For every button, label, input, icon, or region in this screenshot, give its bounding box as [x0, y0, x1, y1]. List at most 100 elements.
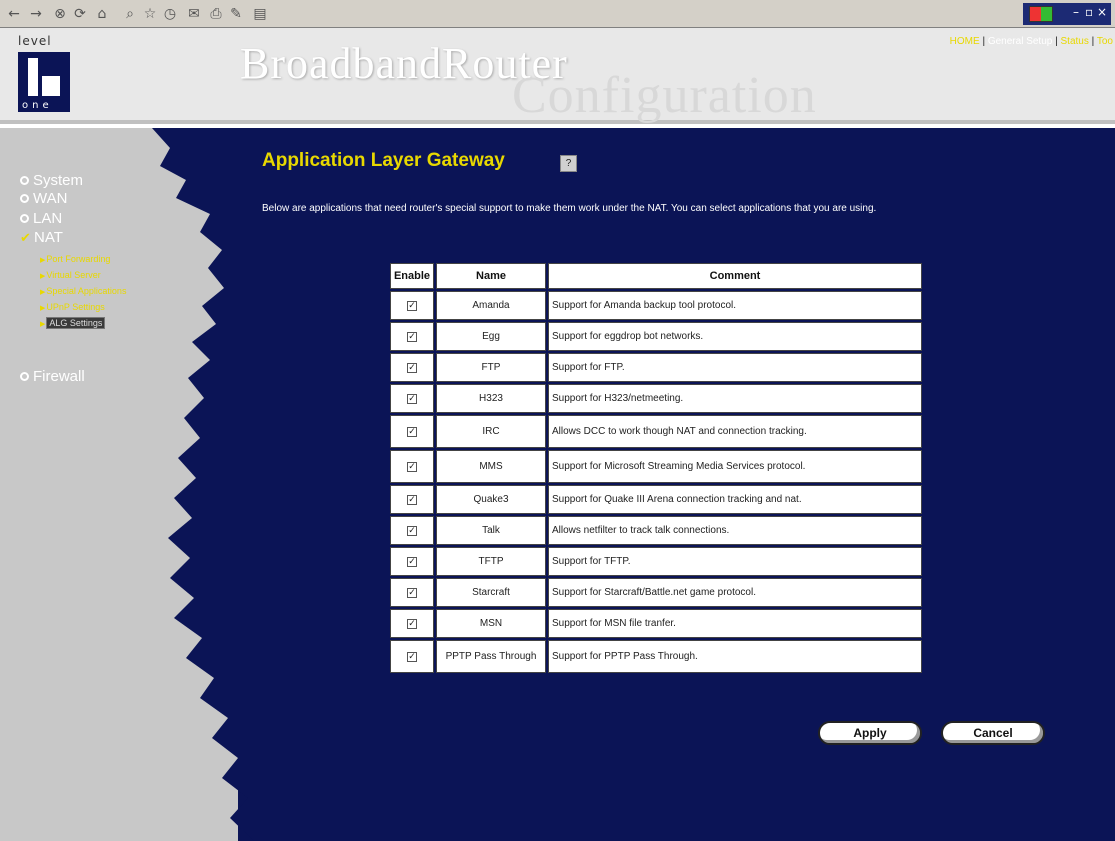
- topnav-tools[interactable]: Too: [1097, 36, 1113, 47]
- minimize-icon[interactable]: –: [1073, 5, 1079, 19]
- back-icon[interactable]: ←: [4, 4, 24, 24]
- app-name: Talk: [436, 516, 546, 545]
- table-header-row: Enable Name Comment: [390, 263, 922, 289]
- app-name: TFTP: [436, 547, 546, 576]
- radio-bullet-icon: [20, 214, 29, 223]
- logo-text: level: [18, 34, 52, 48]
- app-comment: Support for Starcraft/Battle.net game pr…: [548, 578, 922, 607]
- arrow-right-icon: ▶: [40, 320, 46, 328]
- enable-checkbox[interactable]: ✓: [407, 588, 417, 598]
- discuss-icon[interactable]: ▤: [250, 4, 270, 24]
- table-row: ✓ FTP Support for FTP.: [390, 353, 922, 382]
- sidebar-item-wan[interactable]: WAN: [20, 190, 67, 208]
- restore-icon[interactable]: ▫: [1085, 5, 1093, 19]
- sidebar-item-system[interactable]: System: [20, 172, 83, 190]
- enable-checkbox[interactable]: ✓: [407, 462, 417, 472]
- banner-subtitle: Configuration: [512, 67, 817, 124]
- enable-checkbox[interactable]: ✓: [407, 427, 417, 437]
- sidebar-item-nat[interactable]: ✔ NAT: [20, 229, 63, 247]
- app-name: Quake3: [436, 485, 546, 514]
- sidebar-subitem-special-applications[interactable]: ▶Special Applications: [40, 285, 126, 297]
- home-icon[interactable]: ⌂: [92, 4, 112, 24]
- enable-checkbox[interactable]: ✓: [407, 619, 417, 629]
- app-comment: Allows DCC to work though NAT and connec…: [548, 415, 922, 448]
- app-comment: Support for FTP.: [548, 353, 922, 382]
- enable-checkbox[interactable]: ✓: [407, 363, 417, 373]
- topnav-general-setup[interactable]: General Setup: [988, 36, 1053, 47]
- column-header-comment: Comment: [548, 263, 922, 289]
- app-name: Starcraft: [436, 578, 546, 607]
- app-name: FTP: [436, 353, 546, 382]
- sidebar-subitem-upnp-settings[interactable]: ▶UPnP Settings: [40, 301, 105, 313]
- enable-checkbox[interactable]: ✓: [407, 526, 417, 536]
- enable-checkbox[interactable]: ✓: [407, 495, 417, 505]
- stop-icon[interactable]: ⊗: [50, 4, 70, 24]
- app-comment: Support for H323/netmeeting.: [548, 384, 922, 413]
- table-row: ✓ Egg Support for eggdrop bot networks.: [390, 322, 922, 351]
- sidebar-subitem-port-forwarding[interactable]: ▶Port Forwarding: [40, 253, 110, 265]
- enable-cell: ✓: [390, 291, 434, 320]
- alg-table: Enable Name Comment ✓ Amanda Support for A…: [388, 261, 924, 675]
- enable-cell: ✓: [390, 322, 434, 351]
- app-comment: Support for Amanda backup tool protocol.: [548, 291, 922, 320]
- brand-logo: level one: [18, 34, 72, 114]
- window-controls: – ▫ ×: [1023, 3, 1111, 25]
- edit-icon[interactable]: ✎: [226, 4, 246, 24]
- table-row: ✓ Talk Allows netfilter to track talk conn…: [390, 516, 922, 545]
- arrow-right-icon: ▶: [40, 288, 46, 296]
- top-navigation: HOME | General Setup | Status | Too: [949, 36, 1113, 47]
- help-icon[interactable]: ?: [560, 155, 577, 172]
- forward-icon[interactable]: →: [26, 4, 46, 24]
- enable-checkbox[interactable]: ✓: [407, 332, 417, 342]
- topnav-home[interactable]: HOME: [950, 36, 980, 47]
- enable-checkbox[interactable]: ✓: [407, 394, 417, 404]
- apply-button[interactable]: Apply: [818, 721, 922, 745]
- search-icon[interactable]: ⌕: [120, 4, 140, 24]
- radio-bullet-icon: [20, 194, 29, 203]
- torn-edge-decoration: [152, 128, 290, 841]
- table-row: ✓ MMS Support for Microsoft Streaming Medi…: [390, 450, 922, 483]
- sidebar-subitem-alg-settings[interactable]: ▶ ALG Settings: [40, 317, 106, 329]
- page-title: Application Layer Gateway: [262, 150, 505, 171]
- table-row: ✓ IRC Allows DCC to work though NAT and co…: [390, 415, 922, 448]
- topnav-status[interactable]: Status: [1061, 36, 1089, 47]
- app-comment: Support for PPTP Pass Through.: [548, 640, 922, 673]
- sidebar-item-lan[interactable]: LAN: [20, 210, 62, 228]
- enable-cell: ✓: [390, 516, 434, 545]
- enable-cell: ✓: [390, 578, 434, 607]
- history-icon[interactable]: ◷: [160, 4, 180, 24]
- radio-bullet-icon: [20, 372, 29, 381]
- app-comment: Support for Quake III Arena connection t…: [548, 485, 922, 514]
- cancel-button[interactable]: Cancel: [941, 721, 1045, 745]
- enable-cell: ✓: [390, 415, 434, 448]
- table-row: ✓ Starcraft Support for Starcraft/Battle.n…: [390, 578, 922, 607]
- sidebar-item-firewall[interactable]: Firewall: [20, 368, 85, 386]
- enable-cell: ✓: [390, 485, 434, 514]
- app-comment: Allows netfilter to track talk connectio…: [548, 516, 922, 545]
- favorites-icon[interactable]: ☆: [140, 4, 160, 24]
- enable-cell: ✓: [390, 353, 434, 382]
- browser-toolbar: ← → ⊗ ⟳ ⌂ ⌕ ☆ ◷ ✉ ⎙ ✎ ▤ – ▫ ×: [0, 0, 1115, 28]
- table-row: ✓ MSN Support for MSN file tranfer.: [390, 609, 922, 638]
- router-header: level one BroadbandRouter Configuration …: [0, 28, 1115, 124]
- enable-checkbox[interactable]: ✓: [407, 557, 417, 567]
- app-name: MMS: [436, 450, 546, 483]
- logo-subtext: one: [22, 100, 53, 111]
- enable-cell: ✓: [390, 640, 434, 673]
- column-header-enable: Enable: [390, 263, 434, 289]
- table-row: ✓ Amanda Support for Amanda backup tool pr…: [390, 291, 922, 320]
- table-row: ✓ TFTP Support for TFTP.: [390, 547, 922, 576]
- refresh-icon[interactable]: ⟳: [70, 4, 90, 24]
- table-row: ✓ Quake3 Support for Quake III Arena conne…: [390, 485, 922, 514]
- enable-checkbox[interactable]: ✓: [407, 301, 417, 311]
- print-icon[interactable]: ⎙: [206, 4, 226, 24]
- mail-icon[interactable]: ✉: [184, 4, 204, 24]
- arrow-right-icon: ▶: [40, 304, 46, 312]
- close-icon[interactable]: ×: [1097, 5, 1107, 19]
- enable-checkbox[interactable]: ✓: [407, 652, 417, 662]
- app-comment: Support for eggdrop bot networks.: [548, 322, 922, 351]
- sidebar-subitem-virtual-server[interactable]: ▶Virtual Server: [40, 269, 101, 281]
- windows-logo-icon: [1029, 6, 1053, 22]
- app-name: MSN: [436, 609, 546, 638]
- arrow-right-icon: ▶: [40, 256, 46, 264]
